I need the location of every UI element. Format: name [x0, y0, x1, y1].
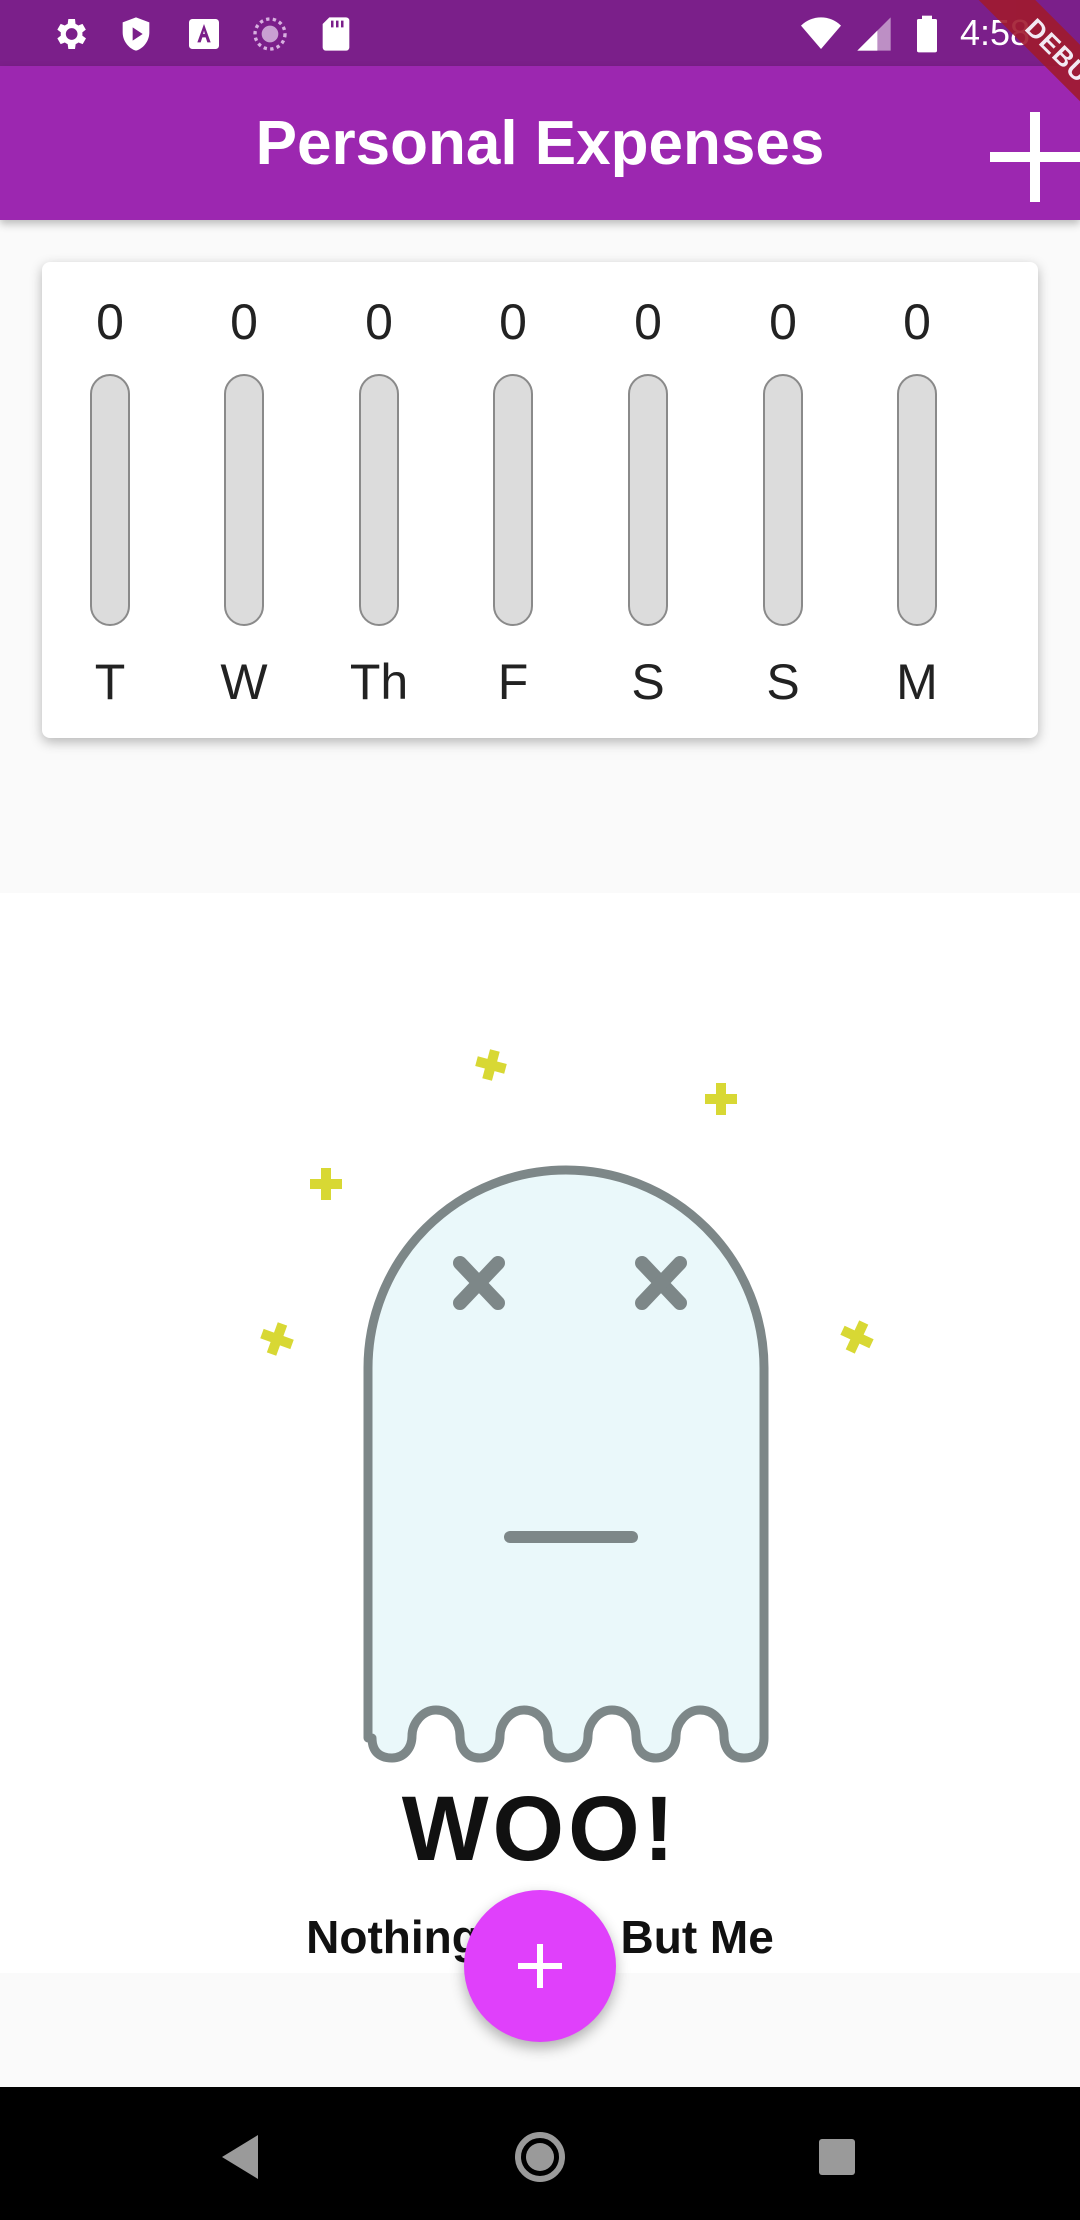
chart-bar: 0 F [446, 262, 580, 738]
back-icon[interactable] [200, 2117, 280, 2197]
bar-day-label: Th [349, 654, 409, 710]
chart-bar: 0 M [850, 262, 984, 738]
empty-headline: WOO! [401, 1778, 679, 1880]
bar-day-label: M [896, 654, 938, 710]
add-icon [990, 112, 1080, 202]
status-bar: 4:58 [0, 0, 1080, 66]
chart-bar: 0 T [43, 262, 177, 738]
bar-day-label: W [220, 654, 268, 710]
add-transaction-button[interactable] [990, 112, 1080, 202]
bar-track [493, 374, 533, 626]
weekly-chart-card: 0 T 0 W 0 Th 0 F 0 S 0 S 0 M [42, 262, 1038, 738]
cell-signal-icon [857, 17, 891, 51]
bar-amount: 0 [499, 294, 527, 350]
bar-amount: 0 [96, 294, 124, 350]
bar-track [90, 374, 130, 626]
bar-amount: 0 [903, 294, 931, 350]
home-icon[interactable] [500, 2117, 580, 2197]
app-screen: 4:58 Personal Expenses DEBUG 0 T 0 W 0 T… [0, 0, 1080, 2220]
app-bar: Personal Expenses [0, 66, 1080, 220]
bar-track [628, 374, 668, 626]
empty-state: WOO! Nothing Here, But Me [0, 893, 1080, 1973]
text-a-icon [189, 19, 219, 49]
wifi-icon [801, 17, 841, 49]
bar-track [224, 374, 264, 626]
sd-card-icon [322, 17, 350, 51]
chart-bar: 0 S [716, 262, 850, 738]
bar-amount: 0 [365, 294, 393, 350]
page-title: Personal Expenses [255, 109, 825, 178]
add-icon [518, 1944, 562, 1988]
chart-bar: 0 Th [312, 262, 446, 738]
bar-amount: 0 [769, 294, 797, 350]
play-protect-icon [122, 17, 150, 51]
chart-bar: 0 W [177, 262, 311, 738]
bar-amount: 0 [634, 294, 662, 350]
add-transaction-fab[interactable] [464, 1890, 616, 2042]
bar-day-label: F [497, 654, 529, 710]
bar-day-label: T [94, 654, 126, 710]
system-nav-bar [0, 2087, 1080, 2220]
bar-day-label: S [766, 654, 800, 710]
battery-icon [917, 15, 937, 53]
bar-day-label: S [631, 654, 665, 710]
settings-icon [57, 19, 86, 49]
bar-track [897, 374, 937, 626]
sync-icon [253, 17, 287, 51]
recents-icon[interactable] [797, 2117, 877, 2197]
bar-amount: 0 [230, 294, 258, 350]
chart-bar: 0 S [581, 262, 715, 738]
status-time: 4:58 [960, 12, 1031, 53]
bar-track [763, 374, 803, 626]
bar-track [359, 374, 399, 626]
